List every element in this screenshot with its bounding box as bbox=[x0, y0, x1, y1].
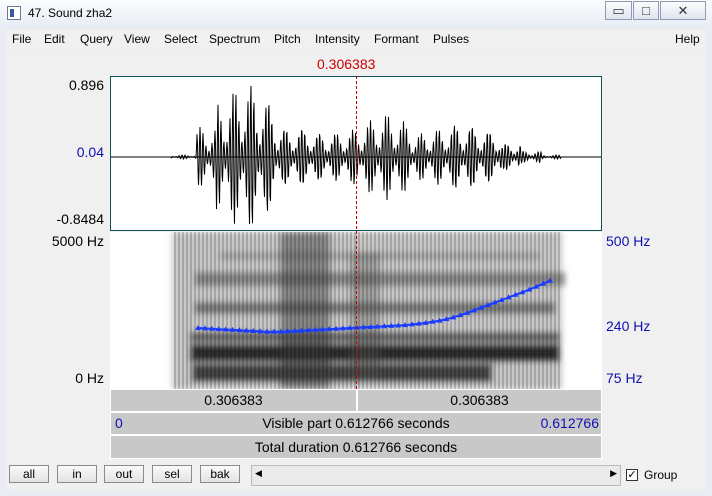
spectrogram-fmin-label: 0 Hz bbox=[75, 370, 104, 386]
menu-pulses[interactable]: Pulses bbox=[433, 32, 469, 46]
zoom-back-button[interactable]: bak bbox=[200, 465, 240, 483]
menu-view[interactable]: View bbox=[124, 32, 150, 46]
group-checkbox[interactable]: ✓ bbox=[626, 469, 638, 481]
spectrogram-fmax-label: 5000 Hz bbox=[51, 233, 104, 249]
total-duration-bar[interactable]: Total duration 0.612766 seconds bbox=[110, 435, 602, 459]
visible-part-bar[interactable]: 0 Visible part 0.612766 seconds 0.612766 bbox=[110, 412, 602, 435]
waveform-ymin-label: -0.8484 bbox=[56, 211, 104, 227]
scroll-right-icon[interactable]: ▶ bbox=[610, 468, 617, 479]
selection-left-bar[interactable]: 0.306383 bbox=[110, 389, 357, 412]
menu-edit[interactable]: Edit bbox=[44, 32, 65, 46]
menu-spectrum[interactable]: Spectrum bbox=[209, 32, 260, 46]
menu-intensity[interactable]: Intensity bbox=[315, 32, 360, 46]
editor-canvas[interactable]: 0.306383 0.896 0.04 -0.8484 5000 Hz 0 Hz bbox=[6, 50, 706, 463]
maximize-button[interactable]: □ bbox=[633, 1, 659, 20]
zoom-in-button[interactable]: in bbox=[57, 465, 97, 483]
visible-start-label: 0 bbox=[115, 415, 123, 431]
pitch-bottom-label: 75 Hz bbox=[606, 370, 643, 386]
visible-end-label: 0.612766 bbox=[540, 415, 599, 431]
menu-pitch[interactable]: Pitch bbox=[274, 32, 301, 46]
menu-query[interactable]: Query bbox=[80, 32, 113, 46]
pitch-top-label: 500 Hz bbox=[606, 233, 651, 249]
zoom-out-button[interactable]: out bbox=[104, 465, 144, 483]
menu-bar: File Edit Query View Select Spectrum Pit… bbox=[6, 29, 706, 49]
praat-sound-editor-window: 47. Sound zha2 ▭ □ ✕ File Edit Query Vie… bbox=[0, 0, 712, 496]
minimize-button[interactable]: ▭ bbox=[605, 1, 632, 20]
zoom-all-button[interactable]: all bbox=[9, 465, 49, 483]
title-bar: 47. Sound zha2 ▭ □ ✕ bbox=[0, 0, 712, 28]
menu-select[interactable]: Select bbox=[164, 32, 197, 46]
menu-help[interactable]: Help bbox=[675, 32, 700, 46]
app-icon bbox=[7, 6, 21, 20]
group-label: Group bbox=[644, 468, 678, 482]
selection-right-bar[interactable]: 0.306383 bbox=[357, 389, 602, 412]
horizontal-scrollbar[interactable]: ◀ ▶ bbox=[251, 465, 621, 486]
waveform-ymid-label: 0.04 bbox=[76, 144, 104, 160]
zoom-sel-button[interactable]: sel bbox=[152, 465, 192, 483]
window-title: 47. Sound zha2 bbox=[28, 6, 113, 20]
bottom-toolbar: all in out sel bak ◀ ▶ ✓ Group bbox=[6, 463, 706, 491]
menu-file[interactable]: File bbox=[12, 32, 31, 46]
menu-formant[interactable]: Formant bbox=[374, 32, 419, 46]
visible-part-label: Visible part 0.612766 seconds bbox=[262, 415, 450, 431]
cursor-line bbox=[356, 76, 357, 389]
scroll-left-icon[interactable]: ◀ bbox=[255, 468, 262, 479]
cursor-time-label: 0.306383 bbox=[317, 56, 376, 72]
pitch-mid-label: 240 Hz bbox=[606, 318, 651, 334]
waveform-ymax-label: 0.896 bbox=[68, 77, 104, 93]
close-button[interactable]: ✕ bbox=[660, 1, 706, 20]
